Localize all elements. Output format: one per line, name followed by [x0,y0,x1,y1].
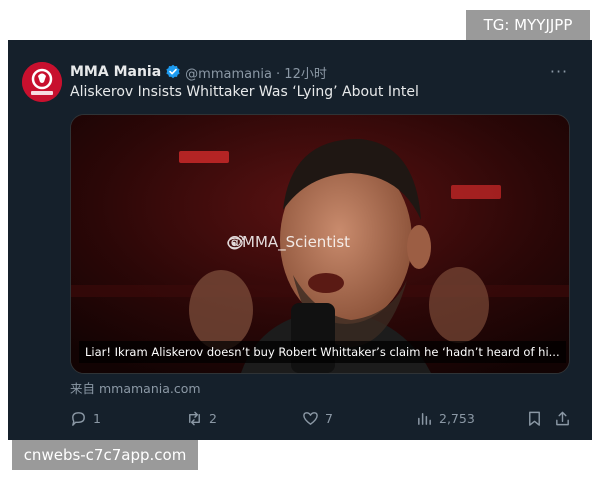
display-name[interactable]: MMA Mania [70,64,161,80]
image-caption: Liar! Ikram Aliskerov doesn’t buy Robert… [79,341,566,363]
watermark-text: @MMA_Scientist [227,233,351,251]
share-icon [556,411,569,425]
bookmark-icon [529,411,540,426]
weibo-icon [227,235,244,249]
tweet-card[interactable]: MMA Mania @mmamania · 12小时 ··· Aliskerov… [8,40,592,440]
reply-icon [72,411,85,426]
repost-count: 2 [209,410,217,426]
tweet-media-image[interactable]: @MMA_Scientist Liar! Ikram Aliskerov doe… [70,114,570,374]
views-chart-icon [418,412,431,425]
repost-icon [189,411,200,425]
repost-button[interactable]: 2 [186,408,217,428]
handle-and-time[interactable]: @mmamania · 12小时 [185,63,327,82]
heart-icon [303,411,318,425]
tg-watermark-badge: TG: MYYJJPP [466,10,590,40]
tweet-header: MMA Mania @mmamania · 12小时 [70,62,327,82]
like-count: 7 [325,410,333,426]
more-options-icon[interactable]: ··· [548,62,570,81]
tweet-actions: 1 2 7 2,753 [70,408,572,428]
reply-count: 1 [93,410,101,426]
bookmark-button[interactable] [526,408,543,428]
site-watermark-badge: cnwebs-c7c7app.com [12,440,198,470]
tweet-text: Aliskerov Insists Whittaker Was ‘Lying’ … [70,84,419,100]
views-count: 2,753 [439,410,475,426]
share-button[interactable] [554,408,571,428]
verified-badge-icon [165,64,181,80]
views-button[interactable]: 2,753 [416,408,475,428]
source-link[interactable]: 来自 mmamania.com [70,378,201,397]
mma-mania-logo-icon [22,62,62,102]
like-button[interactable]: 7 [302,408,333,428]
reply-button[interactable]: 1 [70,408,101,428]
weibo-watermark: @MMA_Scientist [227,233,350,251]
avatar[interactable] [22,62,62,102]
